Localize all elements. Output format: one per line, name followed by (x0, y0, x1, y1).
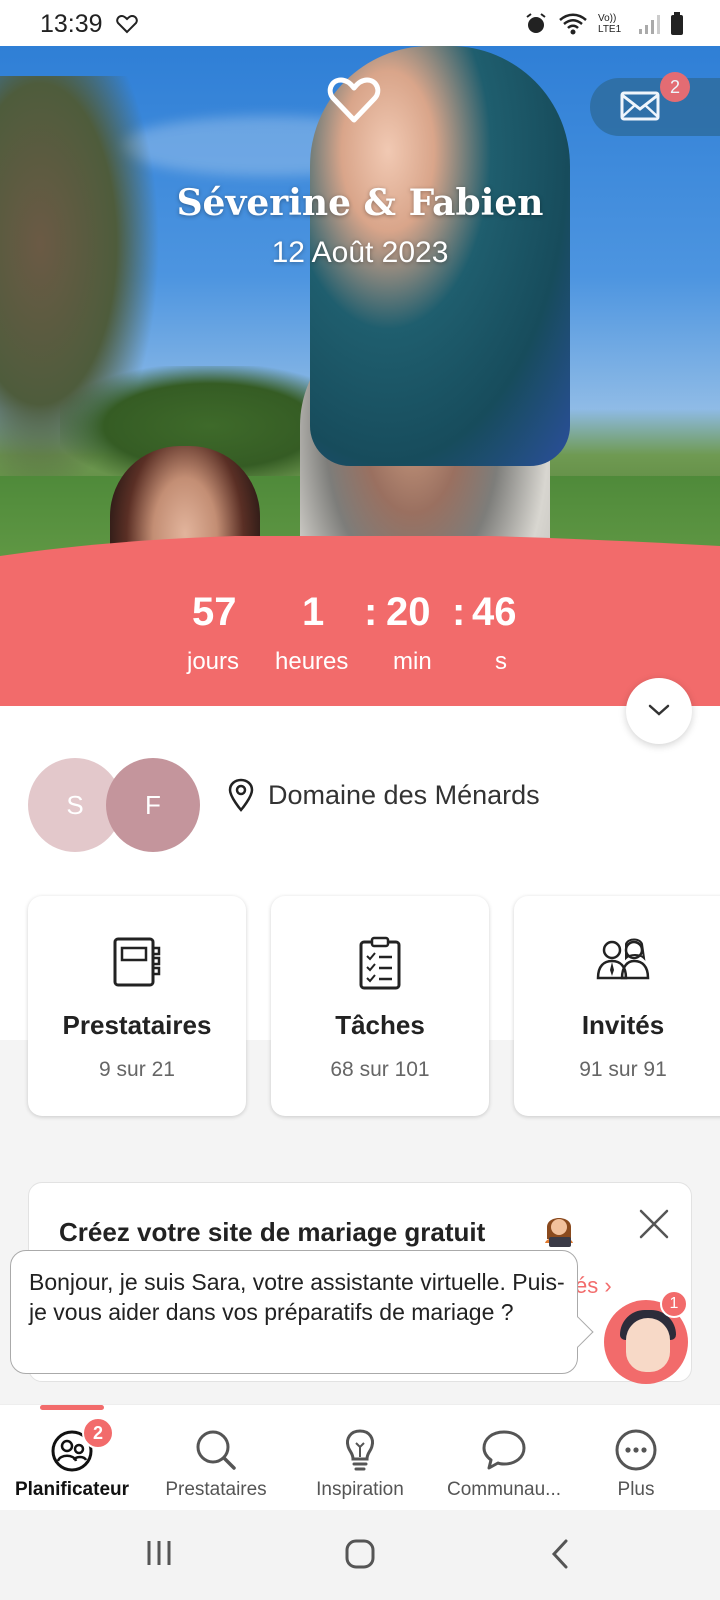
alarm-icon (526, 13, 546, 33)
back-icon[interactable] (550, 1538, 570, 1570)
countdown-separator: : (452, 590, 466, 634)
card-count: 91 sur 91 (579, 1058, 667, 1081)
bottom-navigation: 2 Planificateur Prestataires Inspiration (0, 1404, 720, 1510)
search-icon (196, 1430, 236, 1470)
status-bar: 13:39 Vo)) LTE1 (0, 0, 720, 46)
lightbulb-icon (346, 1429, 374, 1471)
tab-label: Communau... (446, 1479, 562, 1500)
messages-badge: 2 (660, 72, 690, 102)
countdown-separator: : (364, 590, 378, 634)
notebook-icon (113, 937, 161, 987)
guests-icon (596, 938, 650, 980)
status-time: 13:39 (40, 10, 103, 38)
card-prestataires[interactable]: Prestataires 9 sur 21 (28, 896, 246, 1116)
assistant-face (626, 1318, 670, 1372)
close-icon[interactable] (637, 1207, 671, 1241)
venue[interactable]: Domaine des Ménards (228, 778, 540, 812)
assistant-badge: 1 (660, 1290, 688, 1318)
tab-inspiration[interactable]: Inspiration (288, 1427, 432, 1501)
more-icon (615, 1429, 657, 1471)
tab-label: Inspiration (316, 1479, 404, 1500)
recent-apps-icon[interactable] (144, 1538, 174, 1568)
card-taches[interactable]: Tâches 68 sur 101 (271, 896, 489, 1116)
countdown: 57 1 : 20 : 46 jours heures min s (0, 590, 720, 706)
tab-label: Planificateur (14, 1479, 130, 1500)
tab-label: Plus (617, 1479, 655, 1500)
heart-outline-icon (116, 14, 138, 34)
countdown-seconds: 46 (472, 590, 517, 634)
tab-planificateur[interactable]: 2 Planificateur (0, 1417, 144, 1501)
collapse-button[interactable] (626, 678, 692, 744)
couple-names: Séverine & Fabien (176, 182, 544, 224)
assistant-message: Bonjour, je suis Sara, votre assistante … (29, 1269, 565, 1325)
card-title: Tâches (335, 1010, 425, 1040)
card-title: Prestataires (62, 1010, 212, 1040)
tab-plus[interactable]: Plus (564, 1427, 708, 1501)
woman-laptop-emoji-icon (545, 1218, 573, 1247)
planner-badge: 2 (82, 1417, 114, 1449)
messages-button[interactable]: 2 (590, 72, 720, 136)
signal-icon (639, 15, 660, 34)
venue-name: Domaine des Ménards (268, 779, 540, 810)
countdown-hours: 1 (302, 590, 325, 634)
countdown-seconds-label: s (495, 648, 507, 675)
network-label: Vo)) LTE1 (598, 13, 622, 35)
promo-title: Créez votre site de mariage gratuit (59, 1217, 486, 1247)
tab-prestataires[interactable]: Prestataires (144, 1427, 288, 1501)
tab-label: Prestataires (165, 1479, 267, 1500)
card-count: 68 sur 101 (330, 1058, 430, 1081)
active-tab-indicator (40, 1405, 104, 1410)
countdown-minutes-label: min (393, 648, 432, 675)
wedding-date: 12 Août 2023 (271, 236, 449, 269)
wifi-icon (559, 13, 587, 35)
envelope-icon (620, 91, 660, 121)
countdown-days: 57 (192, 590, 237, 634)
card-count: 9 sur 21 (99, 1058, 175, 1081)
heart-logo-icon (327, 77, 381, 123)
avatar-partner-2[interactable]: F (106, 758, 200, 852)
system-navigation-bar (0, 1510, 720, 1600)
checklist-icon (359, 936, 401, 990)
chevron-down-icon (648, 704, 670, 716)
card-invites[interactable]: Invités 91 sur 91 (514, 896, 720, 1116)
status-icons: Vo)) LTE1 (524, 12, 684, 36)
card-title: Invités (581, 1010, 665, 1040)
battery-icon (671, 12, 683, 35)
home-icon[interactable] (344, 1538, 376, 1570)
tab-communaute[interactable]: Communau... (432, 1427, 576, 1501)
assistant-message-bubble[interactable]: Bonjour, je suis Sara, votre assistante … (10, 1250, 594, 1374)
location-pin-icon (228, 778, 254, 812)
countdown-minutes: 20 (386, 590, 431, 634)
countdown-hours-label: heures (275, 648, 349, 675)
promo-link[interactable]: és › (575, 1273, 612, 1299)
chat-bubble-icon (482, 1430, 526, 1470)
countdown-days-label: jours (187, 648, 240, 675)
